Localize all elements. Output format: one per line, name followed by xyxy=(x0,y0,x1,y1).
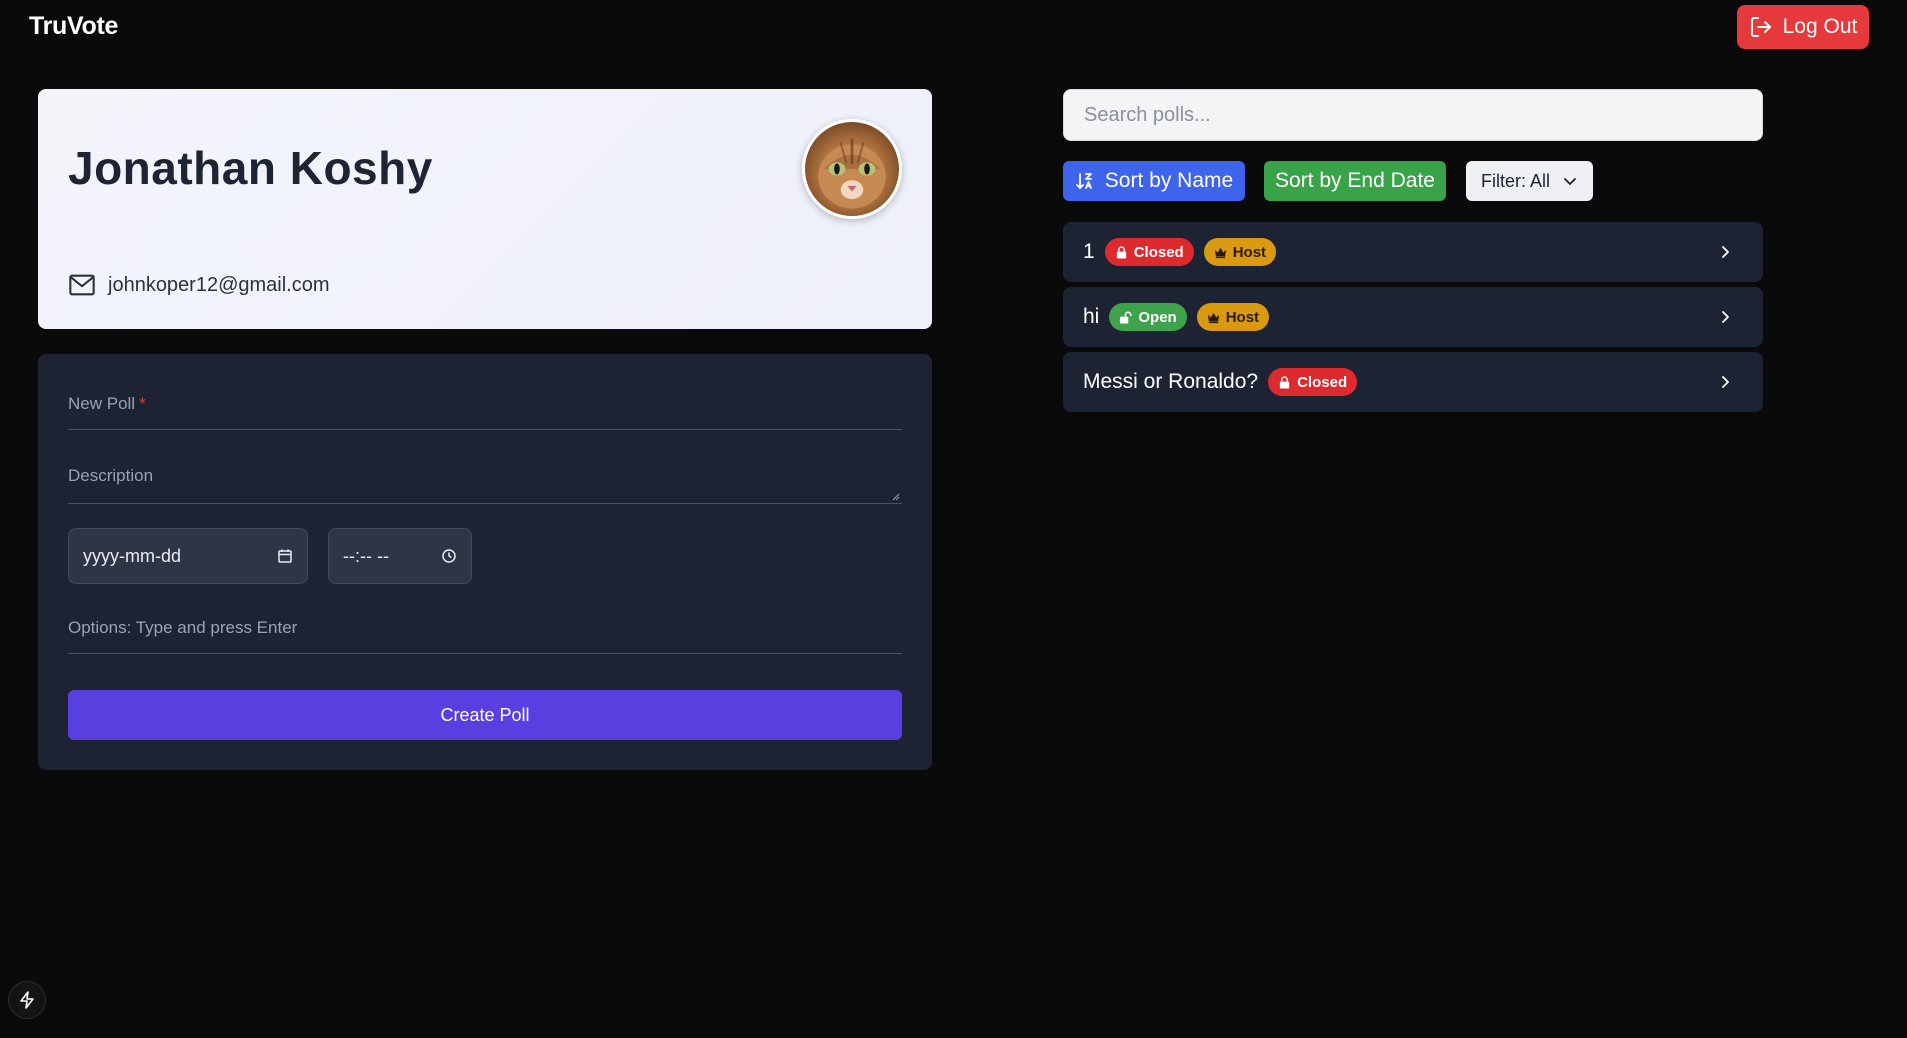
sort-by-end-date-button[interactable]: Sort by End Date xyxy=(1264,161,1446,201)
chevron-right-icon xyxy=(1722,246,1729,258)
host-badge: Host xyxy=(1196,303,1270,331)
poll-title-input[interactable]: New Poll * xyxy=(68,394,902,430)
crown-icon xyxy=(1207,312,1219,323)
poll-list-item[interactable]: Messi or Ronaldo? Closed xyxy=(1063,352,1763,412)
poll-description-placeholder: Description xyxy=(68,466,154,485)
poll-list-item[interactable]: 1 Closed Host xyxy=(1063,222,1763,282)
unlock-icon xyxy=(1120,311,1132,324)
poll-description-input[interactable]: Description xyxy=(68,466,902,504)
poll-name: 1 xyxy=(1083,240,1095,263)
profile-email: johnkoper12@gmail.com xyxy=(68,271,330,299)
search-placeholder: Search polls... xyxy=(1084,103,1211,126)
clock-icon[interactable] xyxy=(441,548,457,564)
create-poll-button[interactable]: Create Poll xyxy=(68,690,902,740)
new-poll-form: New Poll * Description yyyy-mm-dd --:-- -… xyxy=(38,354,932,770)
end-date-input[interactable]: yyyy-mm-dd xyxy=(68,528,308,584)
end-date-value: yyyy-mm-dd xyxy=(83,545,181,566)
host-badge-label: Host xyxy=(1225,308,1260,326)
chevron-right-icon xyxy=(1722,311,1729,323)
status-badge-label: Open xyxy=(1138,308,1177,326)
mail-icon xyxy=(69,274,95,296)
poll-name: Messi or Ronaldo? xyxy=(1083,370,1259,393)
status-badge-label: Closed xyxy=(1133,243,1184,261)
dev-tools-button[interactable] xyxy=(8,981,46,1019)
search-polls-input[interactable]: Search polls... xyxy=(1063,89,1763,141)
sort-by-name-label: Sort by Name xyxy=(1104,169,1234,192)
end-time-value: --:-- -- xyxy=(343,545,389,566)
host-badge: Host xyxy=(1203,238,1277,266)
sort-ascending-icon xyxy=(1075,173,1092,189)
host-badge-label: Host xyxy=(1232,243,1267,261)
chevron-right-icon xyxy=(1722,376,1729,388)
email-text: johnkoper12@gmail.com xyxy=(108,273,330,296)
logout-button[interactable]: Log Out xyxy=(1737,5,1869,49)
lock-icon xyxy=(1116,245,1126,259)
filter-dropdown[interactable]: Filter: All xyxy=(1466,161,1593,201)
status-badge-label: Closed xyxy=(1297,373,1348,391)
poll-options-input[interactable]: Options: Type and press Enter xyxy=(68,618,902,654)
cat-avatar-image xyxy=(818,138,886,209)
lightning-bolt-icon xyxy=(20,991,34,1009)
status-badge-closed: Closed xyxy=(1268,368,1358,396)
poll-options-placeholder: Options: Type and press Enter xyxy=(68,618,298,637)
avatar xyxy=(802,119,902,219)
logout-label: Log Out xyxy=(1782,15,1858,38)
profile-card: Jonathan Koshy johnkoper12@gmail.com xyxy=(38,89,932,329)
status-badge-closed: Closed xyxy=(1104,238,1194,266)
end-time-input[interactable]: --:-- -- xyxy=(328,528,472,584)
crown-icon xyxy=(1214,247,1226,258)
status-badge-open: Open xyxy=(1109,303,1187,331)
poll-title-placeholder: New Poll xyxy=(68,394,136,413)
logout-icon xyxy=(1750,17,1771,37)
poll-name: hi xyxy=(1083,305,1100,328)
chevron-down-icon xyxy=(1564,178,1576,185)
filter-label: Filter: All xyxy=(1480,170,1550,191)
app-title: TruVote xyxy=(29,12,119,40)
calendar-icon[interactable] xyxy=(277,548,293,564)
profile-name: Jonathan Koshy xyxy=(68,142,433,194)
sort-by-name-button[interactable]: Sort by Name xyxy=(1063,161,1245,201)
resize-grip-icon[interactable] xyxy=(892,493,900,501)
lock-icon xyxy=(1279,375,1290,389)
poll-list-item[interactable]: hi Open Host xyxy=(1063,287,1763,347)
required-marker: * xyxy=(139,394,146,413)
